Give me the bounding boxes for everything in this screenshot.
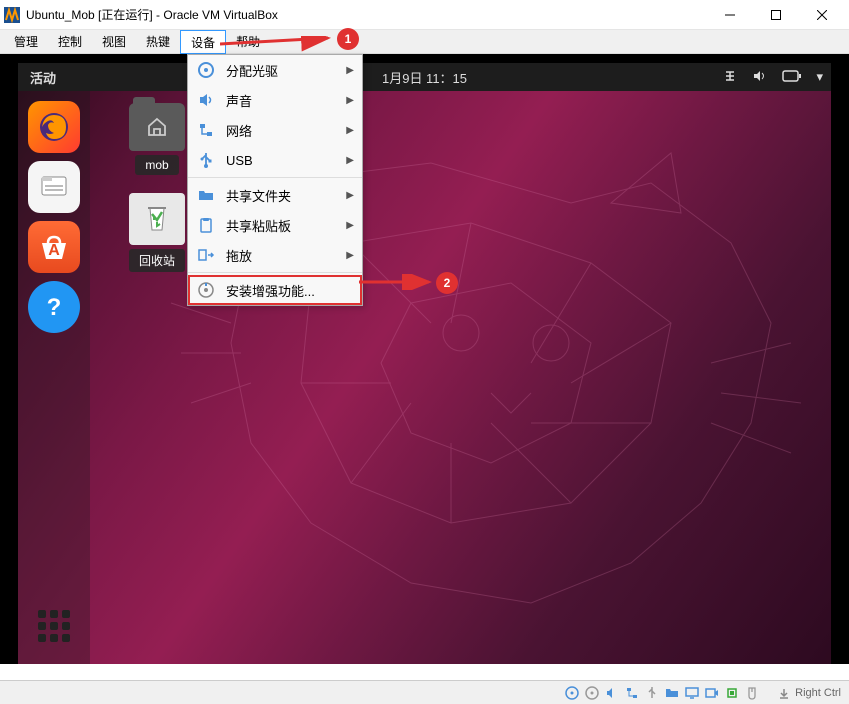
status-mouse-icon[interactable] [743, 684, 761, 702]
dd-usb[interactable]: USB ▶ [188, 145, 362, 175]
battery-icon [782, 70, 802, 85]
desktop-folder-mob[interactable]: mob [118, 103, 196, 175]
drag-icon [196, 245, 216, 265]
network-icon [722, 68, 738, 87]
virtualbox-icon [4, 7, 20, 23]
keyboard-down-icon [777, 686, 791, 700]
window-titlebar: Ubuntu_Mob [正在运行] - Oracle VM VirtualBox [0, 0, 849, 30]
status-shared-folders-icon[interactable] [663, 684, 681, 702]
clipboard-icon [196, 215, 216, 235]
usb-icon [196, 150, 216, 170]
disc-icon [196, 60, 216, 80]
desktop-icons: mob 回收站 [118, 103, 196, 272]
chevron-down-icon: ▾ [816, 69, 823, 85]
dd-drag-and-drop[interactable]: 拖放 ▶ [188, 240, 362, 270]
system-tray[interactable]: ▾ [722, 68, 823, 87]
home-folder-icon [129, 103, 185, 151]
status-display-icon[interactable] [683, 684, 701, 702]
activities-button[interactable]: 活动 [30, 68, 56, 87]
svg-text:?: ? [47, 294, 62, 321]
dd-shared-clipboard[interactable]: 共享粘贴板 ▶ [188, 210, 362, 240]
statusbar: Right Ctrl [0, 680, 849, 704]
network-icon [196, 120, 216, 140]
menubar: 管理 控制 视图 热键 设备 帮助 [0, 30, 849, 54]
status-usb-icon[interactable] [643, 684, 661, 702]
window-controls [707, 0, 845, 30]
chevron-right-icon: ▶ [346, 220, 354, 231]
window-title: Ubuntu_Mob [正在运行] - Oracle VM VirtualBox [26, 6, 707, 23]
dd-separator [188, 177, 362, 178]
vm-viewport: 活动 1月9日 11：15 ▾ A ? mob [0, 54, 849, 664]
host-key-label: Right Ctrl [795, 687, 841, 699]
volume-icon [752, 68, 768, 87]
chevron-right-icon: ▶ [346, 95, 354, 106]
close-button[interactable] [799, 0, 845, 30]
dock-files[interactable] [28, 161, 80, 213]
status-icons [563, 684, 761, 702]
folder-icon [196, 185, 216, 205]
menu-devices[interactable]: 设备 [180, 30, 226, 54]
menu-view[interactable]: 视图 [92, 30, 136, 53]
status-recording-icon[interactable] [703, 684, 721, 702]
dd-network[interactable]: 网络 ▶ [188, 115, 362, 145]
menu-control[interactable]: 控制 [48, 30, 92, 53]
chevron-right-icon: ▶ [346, 125, 354, 136]
dock-firefox[interactable] [28, 101, 80, 153]
dd-optical-drives[interactable]: 分配光驱 ▶ [188, 55, 362, 85]
status-audio-icon[interactable] [603, 684, 621, 702]
dd-separator [188, 272, 362, 273]
ubuntu-dock: A ? [18, 91, 90, 664]
svg-text:A: A [48, 242, 60, 259]
host-key-indicator[interactable]: Right Ctrl [777, 686, 841, 700]
dd-shared-folders[interactable]: 共享文件夹 ▶ [188, 180, 362, 210]
minimize-button[interactable] [707, 0, 753, 30]
install-icon [196, 280, 216, 300]
trash-icon [129, 193, 185, 245]
clock[interactable]: 1月9日 11：15 [382, 68, 467, 87]
status-optical-icon[interactable] [583, 684, 601, 702]
status-cpu-icon[interactable] [723, 684, 741, 702]
dock-show-applications[interactable] [28, 600, 80, 652]
chevron-right-icon: ▶ [346, 190, 354, 201]
chevron-right-icon: ▶ [346, 65, 354, 76]
status-harddisk-icon[interactable] [563, 684, 581, 702]
menu-hotkey[interactable]: 热键 [136, 30, 180, 53]
audio-icon [196, 90, 216, 110]
menu-manage[interactable]: 管理 [4, 30, 48, 53]
devices-dropdown: 分配光驱 ▶ 声音 ▶ 网络 ▶ USB ▶ 共享文件夹 ▶ 共享粘贴板 ▶ 拖… [187, 54, 363, 306]
maximize-button[interactable] [753, 0, 799, 30]
menu-help[interactable]: 帮助 [226, 30, 270, 53]
dd-audio[interactable]: 声音 ▶ [188, 85, 362, 115]
status-network-icon[interactable] [623, 684, 641, 702]
desktop-label: mob [135, 155, 178, 175]
guest-desktop[interactable]: 活动 1月9日 11：15 ▾ A ? mob [18, 63, 831, 664]
chevron-right-icon: ▶ [346, 250, 354, 261]
dock-help[interactable]: ? [28, 281, 80, 333]
dock-software[interactable]: A [28, 221, 80, 273]
desktop-label: 回收站 [129, 249, 185, 272]
chevron-right-icon: ▶ [346, 155, 354, 166]
desktop-trash[interactable]: 回收站 [118, 193, 196, 272]
dd-install-guest-additions[interactable]: 安装增强功能... [188, 275, 362, 305]
ubuntu-topbar: 活动 1月9日 11：15 ▾ [18, 63, 831, 91]
